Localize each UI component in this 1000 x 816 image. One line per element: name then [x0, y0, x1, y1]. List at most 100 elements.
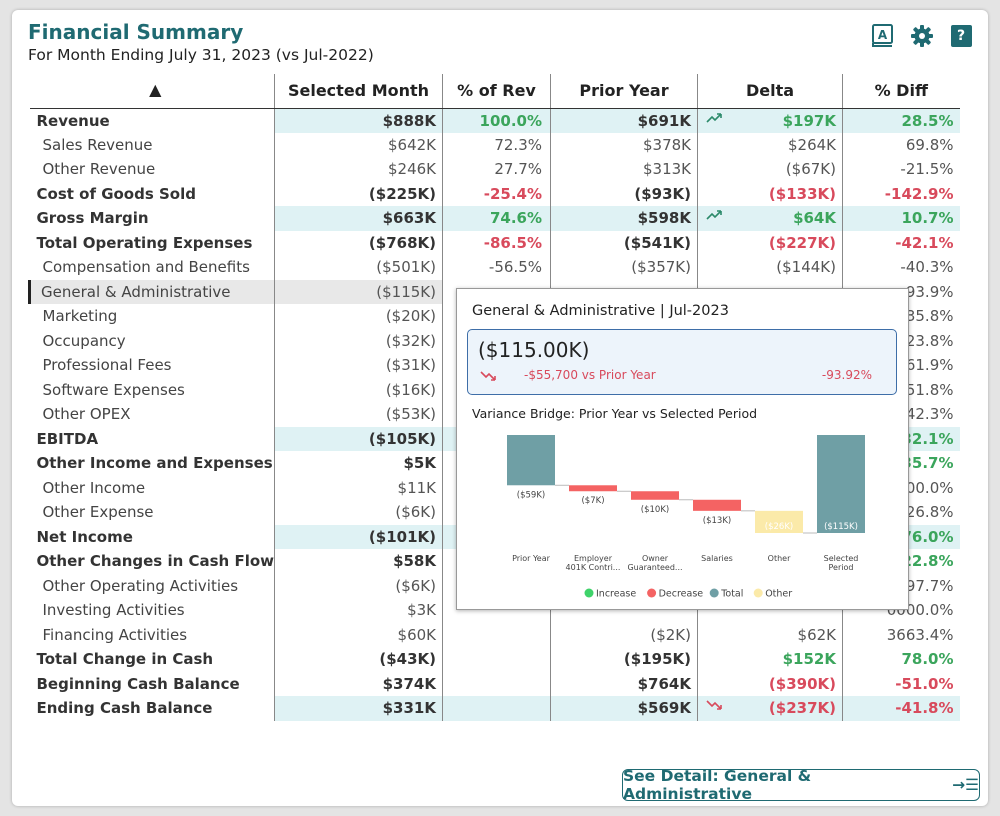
table-row[interactable]: Other Revenue $246K 27.7% $313K ($67K) -21.5%: [30, 157, 960, 182]
toolbar-icons: A ?: [870, 23, 974, 49]
delta-cell: ($227K): [697, 230, 843, 255]
bridge-bar[interactable]: [817, 435, 865, 533]
selected-month-cell: ($768K): [274, 230, 443, 255]
column-header[interactable]: Delta: [697, 74, 843, 109]
selected-month-cell: ($105K): [274, 426, 443, 451]
table-row[interactable]: Total Operating Expenses ($768K) -86.5% ($5…: [30, 230, 960, 255]
sort-toggle[interactable]: ▲: [29, 74, 275, 109]
bridge-bar[interactable]: [507, 435, 555, 486]
row-label: Gross Margin: [36, 209, 149, 228]
pct-diff-cell: -42.1%: [842, 230, 960, 255]
row-label: Other Income and Expenses: [36, 454, 273, 473]
bridge-bar[interactable]: [569, 485, 617, 492]
row-label: Other Expense: [42, 503, 154, 522]
row-label: Software Expenses: [42, 380, 185, 399]
trend-up-icon: [706, 112, 724, 128]
pct-of-rev-cell: 74.6%: [442, 206, 551, 231]
trend-down-icon: [706, 699, 724, 715]
table-row[interactable]: Compensation and Benefits ($501K) -56.5% ($…: [30, 255, 960, 280]
drillthrough-icon: →☰: [952, 776, 979, 794]
row-label: General & Administrative: [28, 279, 275, 304]
selected-month-cell: $5K: [274, 451, 443, 476]
row-label: Total Operating Expenses: [36, 233, 253, 252]
selected-month-cell: ($32K): [274, 328, 443, 353]
prior-year-cell: ($541K): [550, 230, 698, 255]
help-icon[interactable]: ?: [948, 23, 974, 49]
row-label: Revenue: [36, 111, 110, 130]
delta-value: $62K: [797, 625, 836, 644]
row-label: EBITDA: [36, 429, 99, 448]
table-row[interactable]: Sales Revenue $642K 72.3% $378K $264K 69.8%: [30, 132, 960, 157]
row-label: Sales Revenue: [42, 135, 153, 154]
table-row[interactable]: Beginning Cash Balance $374K $764K ($390K) -…: [30, 671, 960, 696]
variance-bridge-chart: ($59K) Prior Year ($7K) Employer401K Contri…: [507, 435, 865, 600]
column-header[interactable]: Selected Month: [274, 74, 443, 109]
delta-value: $64K: [793, 209, 836, 228]
page-title: Financial Summary: [28, 20, 244, 44]
pct-diff-cell: -51.0%: [842, 671, 960, 696]
legend-swatch: [647, 588, 657, 598]
column-header[interactable]: Prior Year: [550, 74, 698, 109]
pct-diff-cell: 78.0%: [842, 647, 960, 672]
delta-cell: ($67K): [697, 157, 843, 182]
table-row[interactable]: Total Change in Cash ($43K) ($195K) $152K 78…: [30, 647, 960, 672]
selected-month-cell: ($115K): [274, 279, 443, 304]
column-header[interactable]: % of Rev: [442, 74, 551, 109]
pct-of-rev-cell: 72.3%: [442, 132, 551, 157]
row-label: Other OPEX: [42, 405, 131, 424]
pct-diff-cell: 69.8%: [842, 132, 960, 157]
selected-month-cell: ($20K): [274, 304, 443, 329]
selected-month-cell: ($225K): [274, 181, 443, 206]
prior-year-cell: $691K: [550, 108, 698, 133]
table-row[interactable]: Ending Cash Balance $331K $569K ($237K) -41.…: [30, 696, 960, 721]
tooltip-kpi-box: ($115.00K) -$55,700 vs Prior Year -93.92…: [467, 329, 897, 395]
pct-of-rev-cell: [442, 696, 551, 721]
page-subtitle: For Month Ending July 31, 2023 (vs Jul-2…: [28, 46, 374, 64]
row-label: Total Change in Cash: [36, 650, 214, 669]
selected-month-cell: ($101K): [274, 524, 443, 549]
table-row[interactable]: Revenue $888K 100.0% $691K $197K 28.5%: [30, 108, 960, 133]
delta-cell: ($390K): [697, 671, 843, 696]
table-row[interactable]: Financing Activities $60K ($2K) $62K 3663.4%: [30, 622, 960, 647]
pct-of-rev-cell: [442, 622, 551, 647]
selected-month-cell: ($501K): [274, 255, 443, 280]
row-label: Other Operating Activities: [42, 576, 239, 595]
legend-swatch: [753, 588, 763, 598]
pct-diff-cell: -21.5%: [842, 157, 960, 182]
table-row[interactable]: Gross Margin $663K 74.6% $598K $64K 10.7%: [30, 206, 960, 231]
column-header[interactable]: % Diff: [842, 74, 960, 109]
see-detail-button[interactable]: See Detail: General & Administrative →☰: [622, 767, 980, 803]
delta-cell: $152K: [697, 647, 843, 672]
row-label: Occupancy: [42, 331, 126, 350]
legend-label: Decrease: [659, 589, 704, 600]
tooltip-variance: -$55,700 vs Prior Year: [524, 368, 656, 382]
row-label: Investing Activities: [42, 601, 185, 620]
row-label: Net Income: [36, 527, 133, 546]
prior-year-cell: ($357K): [550, 255, 698, 280]
selected-month-cell: $642K: [274, 132, 443, 157]
pct-diff-cell: -142.9%: [842, 181, 960, 206]
legend-swatch: [709, 588, 719, 598]
bridge-bar[interactable]: [631, 491, 679, 500]
table-header-row: ▲ Selected Month % of Rev Prior Year Del…: [29, 74, 960, 109]
legend-label: Increase: [596, 589, 636, 600]
gear-icon[interactable]: [909, 23, 935, 49]
legend-swatch: [584, 588, 594, 598]
table-row[interactable]: Cost of Goods Sold ($225K) -25.4% ($93K) ($1…: [30, 181, 960, 206]
book-icon-glyph: A: [878, 28, 888, 42]
bridge-category-label: Salaries: [701, 554, 733, 563]
book-icon[interactable]: A: [870, 23, 896, 49]
bridge-bar[interactable]: [693, 499, 741, 511]
selected-month-cell: $374K: [274, 671, 443, 696]
bridge-category-label: Employer: [574, 554, 613, 563]
prior-year-cell: $764K: [550, 671, 698, 696]
bridge-category-label: 401K Contri...: [566, 563, 621, 572]
prior-year-cell: ($2K): [550, 622, 698, 647]
trend-up-icon: [706, 209, 724, 225]
delta-value: $264K: [787, 135, 836, 154]
trend-down-icon: [480, 370, 498, 386]
pct-diff-cell: 10.7%: [842, 206, 960, 231]
sort-icon[interactable]: ▲: [149, 80, 161, 99]
legend-label: Other: [765, 589, 792, 600]
bridge-value-label: ($59K): [517, 490, 545, 500]
